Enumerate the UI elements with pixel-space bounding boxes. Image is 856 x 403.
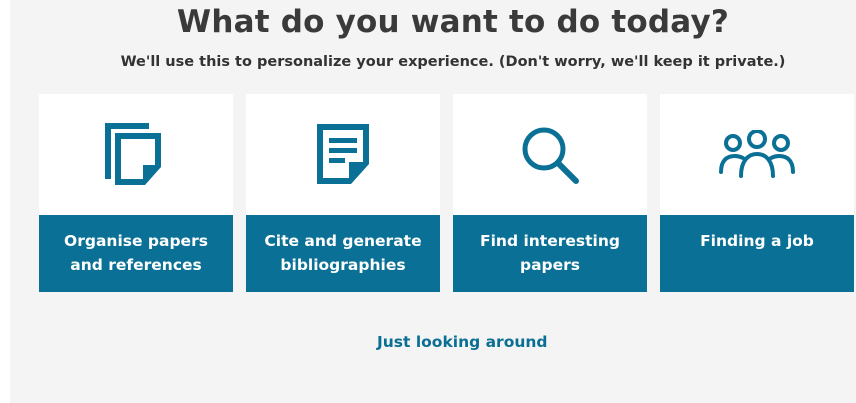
option-icon-area bbox=[453, 94, 647, 215]
option-card-cite-bibliographies[interactable]: Cite and generate bibliographies bbox=[246, 94, 440, 292]
option-card-organise-papers[interactable]: Organise papers and references bbox=[39, 94, 233, 292]
documents-stack-icon bbox=[105, 122, 161, 185]
search-icon bbox=[522, 127, 579, 184]
option-card-finding-job[interactable]: Finding a job bbox=[660, 94, 854, 292]
option-label-area: Organise papers and references bbox=[39, 215, 233, 292]
people-group-icon bbox=[719, 129, 795, 178]
option-icon-area bbox=[660, 94, 854, 215]
page-subtitle: We'll use this to personalize your exper… bbox=[120, 54, 786, 70]
option-card-find-papers[interactable]: Find interesting papers bbox=[453, 94, 647, 292]
document-lines-icon bbox=[317, 123, 369, 184]
option-label: Finding a job bbox=[700, 232, 814, 250]
page-title: What do you want to do today? bbox=[176, 4, 730, 40]
option-label-area: Find interesting papers bbox=[453, 215, 647, 292]
option-icon-area bbox=[246, 94, 440, 215]
option-icon-area bbox=[39, 94, 233, 215]
option-label-area: Finding a job bbox=[660, 215, 854, 292]
just-looking-around-link[interactable]: Just looking around bbox=[377, 333, 548, 351]
option-label-area: Cite and generate bibliographies bbox=[246, 215, 440, 292]
option-label: Organise papers and references bbox=[64, 232, 208, 274]
option-label: Find interesting papers bbox=[480, 232, 620, 274]
option-label: Cite and generate bibliographies bbox=[264, 232, 422, 274]
